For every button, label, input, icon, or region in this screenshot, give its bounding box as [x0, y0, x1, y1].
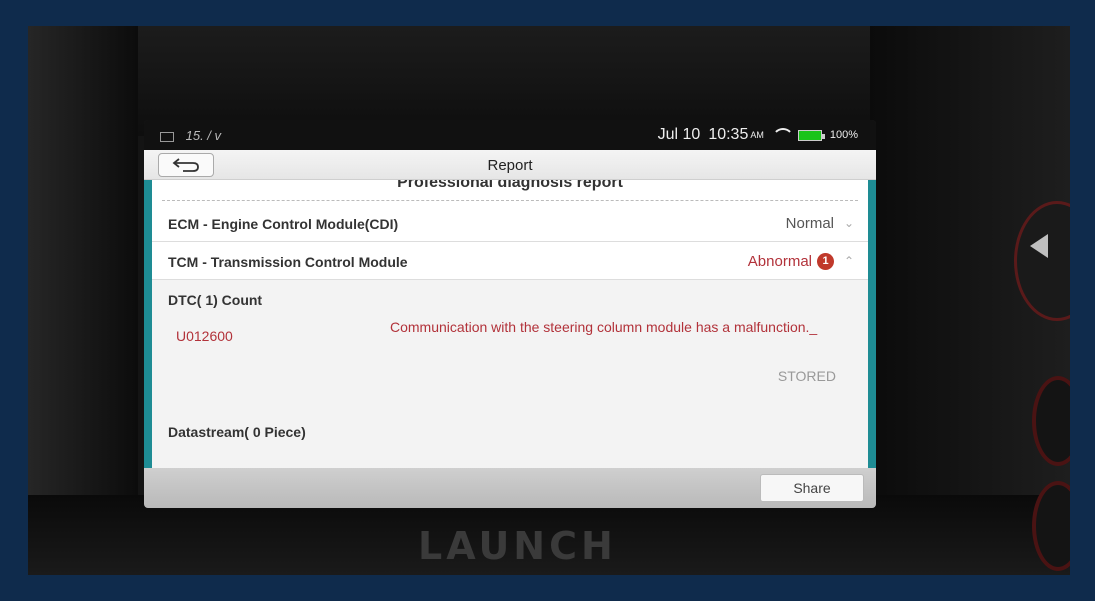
status-ampm: AM — [750, 130, 764, 140]
module-name: TCM - Transmission Control Module — [168, 254, 408, 270]
status-time: 10:35 — [708, 126, 749, 143]
battery-percent: 100% — [829, 129, 858, 141]
module-status: Normal — [785, 215, 834, 232]
status-bar: 15. / v Jul 10 10:35 AM 100% — [144, 120, 876, 150]
teal-accent-right — [868, 180, 876, 480]
report-content[interactable]: Professional diagnosis report ECM - Engi… — [144, 180, 876, 480]
module-status: Abnormal — [747, 253, 812, 270]
module-row-ecm[interactable]: ECM - Engine Control Module(CDI) Normal … — [152, 204, 868, 242]
error-count-badge: 1 — [817, 253, 834, 270]
report-heading-text: Professional diagnosis report — [397, 180, 623, 191]
device-photo: LAUNCH 15. / v Jul 10 10:35 AM 100% Repo… — [28, 26, 1070, 575]
status-date: Jul 10 — [657, 126, 701, 143]
teal-accent-left — [144, 180, 152, 480]
dtc-state: STORED — [777, 368, 836, 384]
page-title: Report — [487, 157, 533, 174]
dtc-description: Communication with the steering column m… — [390, 319, 818, 335]
status-left-text: 15. / v — [185, 128, 222, 143]
dtc-code: U012600 — [176, 328, 233, 344]
wifi-icon — [772, 128, 790, 142]
share-button[interactable]: Share — [760, 474, 864, 502]
status-left: 15. / v — [160, 128, 221, 143]
chevron-up-icon: ⌃ — [843, 254, 854, 268]
notification-icon — [160, 131, 174, 142]
tablet-screen: 15. / v Jul 10 10:35 AM 100% Report Prof… — [144, 120, 876, 508]
status-right: Jul 10 10:35 AM 100% — [658, 126, 858, 144]
module-row-tcm[interactable]: TCM - Transmission Control Module Abnorm… — [152, 242, 868, 280]
dtc-count-label: DTC( 1) Count — [168, 292, 263, 308]
app-bar: Report — [144, 150, 876, 180]
device-brand-logo: LAUNCH — [418, 524, 617, 568]
hardware-arrow-icon — [1030, 234, 1048, 258]
module-detail-panel: DTC( 1) Count U012600 Communication with… — [152, 280, 868, 480]
module-name: ECM - Engine Control Module(CDI) — [168, 216, 399, 232]
report-heading: Professional diagnosis report — [152, 180, 868, 204]
bezel-left — [28, 26, 138, 575]
datastream-label: Datastream( 0 Piece) — [168, 424, 306, 440]
battery-icon — [797, 129, 825, 141]
dotted-divider — [162, 200, 858, 201]
footer-bar: Share — [144, 468, 876, 508]
chevron-down-icon: ⌄ — [843, 216, 854, 230]
